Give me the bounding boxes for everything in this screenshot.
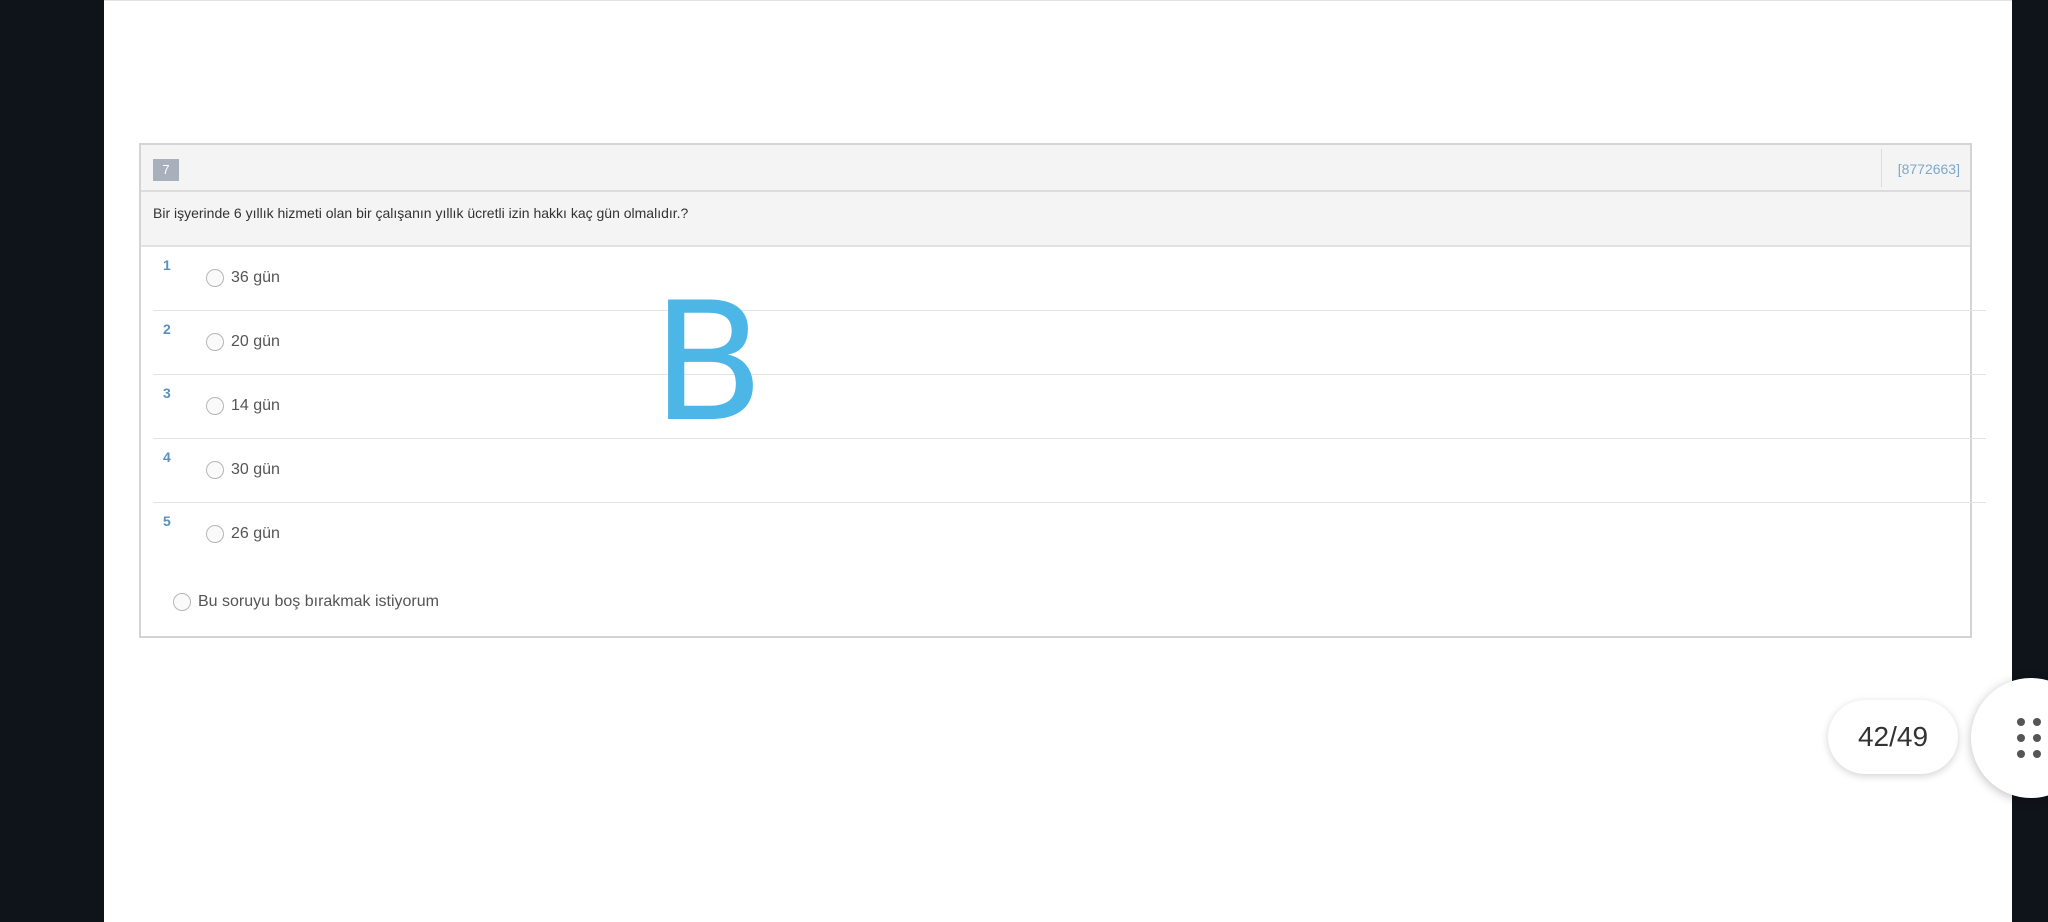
option-label[interactable]: 36 gün [231,269,280,287]
option-number: 3 [163,385,171,401]
option-label[interactable]: 26 gün [231,525,280,543]
option-radio[interactable] [206,525,224,543]
grid-dots-icon [2017,718,2041,758]
question-id: [8772663] [1897,161,1960,177]
question-header: 7 [8772663] [141,145,1970,192]
option-number: 4 [163,449,171,465]
question-text: Bir işyerinde 6 yıllık hizmeti olan bir … [153,205,689,221]
page-counter: 42/49 [1828,700,1958,774]
option-radio[interactable] [206,269,224,287]
answer-option[interactable]: 4 30 gün [153,439,1986,503]
answer-annotation: B [652,267,765,458]
option-radio[interactable] [206,397,224,415]
exam-page: 7 [8772663] Bir işyerinde 6 yıllık hizme… [104,0,2012,922]
option-radio[interactable] [206,333,224,351]
option-number: 5 [163,513,171,529]
header-divider [1881,149,1882,187]
option-label[interactable]: 14 gün [231,397,280,415]
question-text-bar: Bir işyerinde 6 yıllık hizmeti olan bir … [141,192,1970,247]
option-label[interactable]: 20 gün [231,333,280,351]
answer-option[interactable]: 2 20 gün [153,311,1986,375]
answer-options: 1 36 gün 2 20 gün 3 14 gün 4 30 gün 5 26… [153,247,1986,567]
skip-radio[interactable] [173,593,191,611]
question-number-badge: 7 [153,159,179,181]
option-radio[interactable] [206,461,224,479]
answer-option[interactable]: 3 14 gün [153,375,1986,439]
question-card: 7 [8772663] Bir işyerinde 6 yıllık hizme… [139,143,1986,638]
option-number: 1 [163,257,171,273]
option-number: 2 [163,321,171,337]
option-label[interactable]: 30 gün [231,461,280,479]
answer-option[interactable]: 5 26 gün [153,503,1986,567]
skip-label[interactable]: Bu soruyu boş bırakmak istiyorum [198,593,439,611]
answer-option[interactable]: 1 36 gün [153,247,1986,311]
